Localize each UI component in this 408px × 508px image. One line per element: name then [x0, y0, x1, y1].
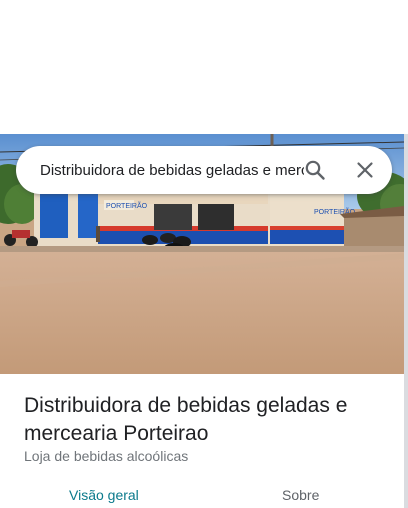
search-icon[interactable] — [303, 158, 327, 182]
place-details-panel: Distribuidora de bebidas geladas e merce… — [0, 374, 404, 508]
search-input[interactable]: Distribuidora de bebidas geladas e merce… — [40, 160, 304, 182]
place-category: Loja de bebidas alcoólicas — [24, 448, 189, 464]
close-icon[interactable] — [353, 158, 377, 182]
place-title: Distribuidora de bebidas geladas e merce… — [24, 394, 348, 445]
storefront-sign: PORTEIRÃO — [106, 201, 148, 210]
tab-overview[interactable]: Visão geral — [69, 486, 139, 504]
scrollbar[interactable] — [404, 134, 408, 508]
tab-about[interactable]: Sobre — [282, 486, 319, 504]
map-blank-area — [0, 0, 408, 134]
search-bar[interactable]: Distribuidora de bebidas geladas e merce… — [16, 146, 392, 194]
